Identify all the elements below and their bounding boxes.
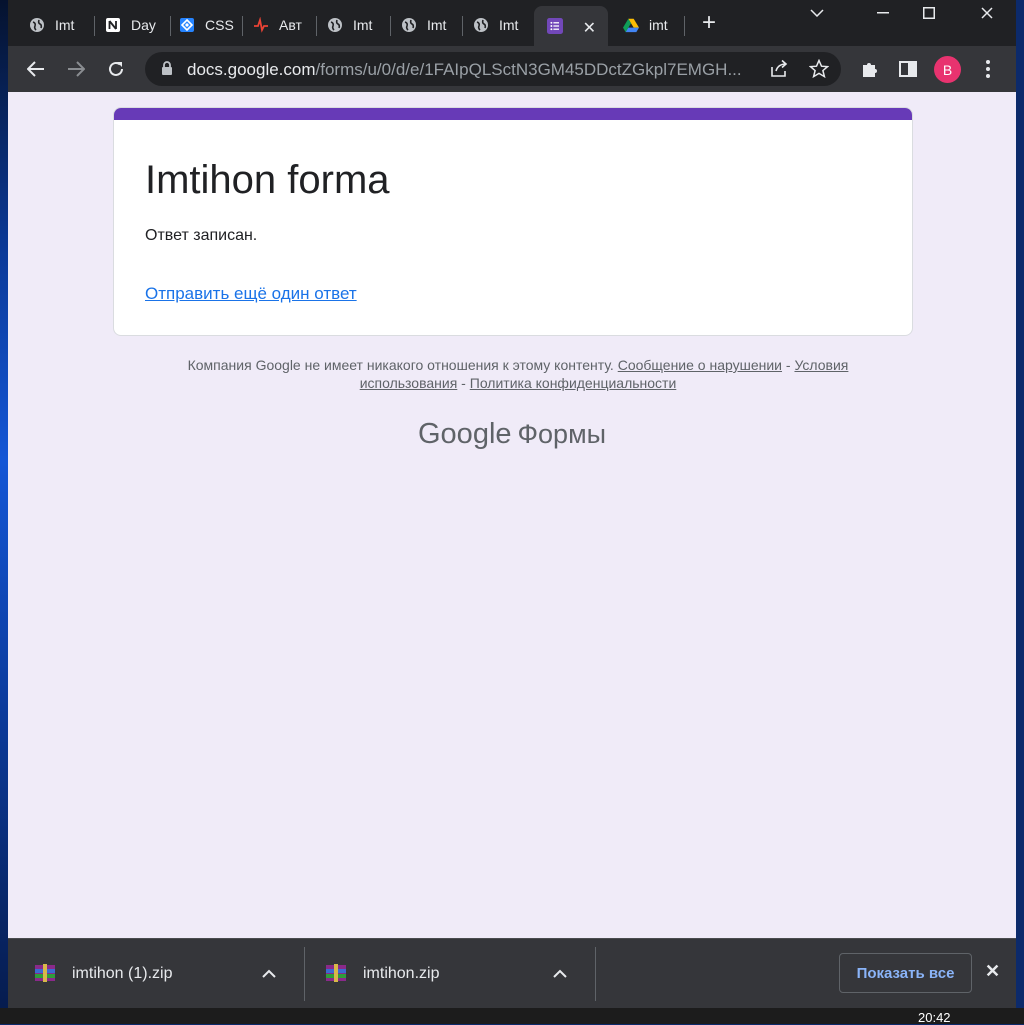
- share-icon[interactable]: [769, 59, 789, 84]
- form-card: Imtihon forma Ответ записан. Отправить е…: [113, 107, 913, 336]
- tab-1[interactable]: Imt: [16, 8, 90, 42]
- tab-strip: Imt Day CSS Авт Imt Imt Imt ✕ imt +: [8, 0, 1016, 46]
- minimize-button[interactable]: [860, 0, 906, 26]
- tab-2[interactable]: Day: [92, 8, 166, 42]
- download-item[interactable]: imtihon (1).zip: [34, 939, 292, 1009]
- close-tab-icon[interactable]: ✕: [583, 18, 596, 38]
- url-text[interactable]: docs.google.com/forms/u/0/d/e/1FAIpQLSct…: [187, 60, 757, 80]
- download-divider: [595, 947, 596, 1001]
- page-content: Imtihon forma Ответ записан. Отправить е…: [8, 92, 1016, 938]
- taskbar-clock: 20:42: [918, 1010, 951, 1025]
- url-path: /forms/u/0/d/e/1FAIpQLSctN3GM45DDctZGkpl…: [315, 60, 742, 79]
- side-panel-icon[interactable]: [894, 55, 922, 83]
- tab-label: CSS: [205, 17, 234, 33]
- form-accent-bar: [114, 108, 912, 120]
- privacy-link[interactable]: Политика конфиденциальности: [470, 375, 677, 391]
- zip-archive-icon: [34, 963, 56, 985]
- brand-google: Google: [418, 418, 512, 450]
- desktop-wallpaper: [0, 0, 8, 1024]
- tab-active-google-forms[interactable]: ✕: [534, 6, 608, 46]
- chevron-up-icon[interactable]: [553, 965, 567, 983]
- globe-icon: [473, 17, 489, 33]
- tab-4[interactable]: Авт: [240, 8, 312, 42]
- google-drive-icon: [623, 17, 639, 33]
- download-filename: imtihon (1).zip: [72, 965, 173, 982]
- brand-forms: Формы: [517, 419, 607, 449]
- reload-button[interactable]: [102, 55, 130, 83]
- downloads-bar: imtihon (1).zip imtihon.zip Показать все…: [8, 938, 1016, 1009]
- tab-label: Imt: [55, 17, 75, 33]
- close-window-button[interactable]: [964, 0, 1010, 26]
- show-all-downloads-button[interactable]: Показать все: [839, 953, 972, 993]
- back-button[interactable]: [22, 55, 50, 83]
- address-bar[interactable]: docs.google.com/forms/u/0/d/e/1FAIpQLSct…: [145, 52, 841, 86]
- download-item[interactable]: imtihon.zip: [325, 939, 583, 1009]
- google-forms-logo[interactable]: Google Формы: [418, 418, 606, 451]
- new-tab-button[interactable]: +: [696, 10, 722, 36]
- zip-archive-icon: [325, 963, 347, 985]
- extensions-puzzle-icon[interactable]: [856, 55, 884, 83]
- footer-separator: -: [782, 357, 795, 373]
- menu-kebab-icon[interactable]: [974, 55, 1002, 83]
- confirmation-message: Ответ записан.: [145, 227, 258, 244]
- tab-label: Day: [131, 17, 156, 33]
- submit-another-response-link[interactable]: Отправить ещё один ответ: [145, 284, 357, 304]
- tab-search-chevron-icon[interactable]: [794, 0, 840, 26]
- footer-separator: -: [457, 375, 470, 391]
- form-title: Imtihon forma: [145, 158, 390, 202]
- taskbar: 20:42: [0, 1008, 1024, 1025]
- profile-avatar[interactable]: B: [934, 56, 961, 83]
- globe-icon: [327, 17, 343, 33]
- tab-3[interactable]: CSS: [166, 8, 240, 42]
- notion-icon: [105, 17, 121, 33]
- footer-disclaimer: Компания Google не имеет никакого отноше…: [148, 356, 888, 392]
- tab-9[interactable]: imt: [610, 8, 680, 42]
- tab-7[interactable]: Imt: [460, 8, 532, 42]
- download-filename: imtihon.zip: [363, 965, 440, 982]
- jira-icon: [179, 17, 195, 33]
- tab-label: imt: [649, 17, 668, 33]
- tab-divider: [684, 16, 685, 36]
- tab-label: Imt: [353, 17, 373, 33]
- globe-icon: [29, 17, 45, 33]
- tab-label: Imt: [427, 17, 447, 33]
- heartbeat-icon: [253, 17, 269, 33]
- close-downloads-icon[interactable]: ✕: [985, 961, 1000, 982]
- tab-label: Авт: [279, 17, 302, 33]
- tab-6[interactable]: Imt: [388, 8, 458, 42]
- browser-window: Imt Day CSS Авт Imt Imt Imt ✕ imt + docs…: [8, 0, 1016, 1009]
- browser-toolbar: docs.google.com/forms/u/0/d/e/1FAIpQLSct…: [8, 46, 1016, 92]
- tab-5[interactable]: Imt: [314, 8, 386, 42]
- disclaimer-text: Компания Google не имеет никакого отноше…: [187, 357, 614, 373]
- google-forms-icon: [547, 18, 563, 34]
- tab-label: Imt: [499, 17, 519, 33]
- globe-icon: [401, 17, 417, 33]
- forward-button[interactable]: [62, 55, 90, 83]
- url-host: docs.google.com: [187, 60, 316, 79]
- bookmark-star-icon[interactable]: [808, 58, 830, 84]
- lock-icon[interactable]: [161, 61, 173, 81]
- report-abuse-link[interactable]: Сообщение о нарушении: [618, 357, 782, 373]
- chevron-up-icon[interactable]: [262, 965, 276, 983]
- download-divider: [304, 947, 305, 1001]
- maximize-button[interactable]: [906, 0, 952, 26]
